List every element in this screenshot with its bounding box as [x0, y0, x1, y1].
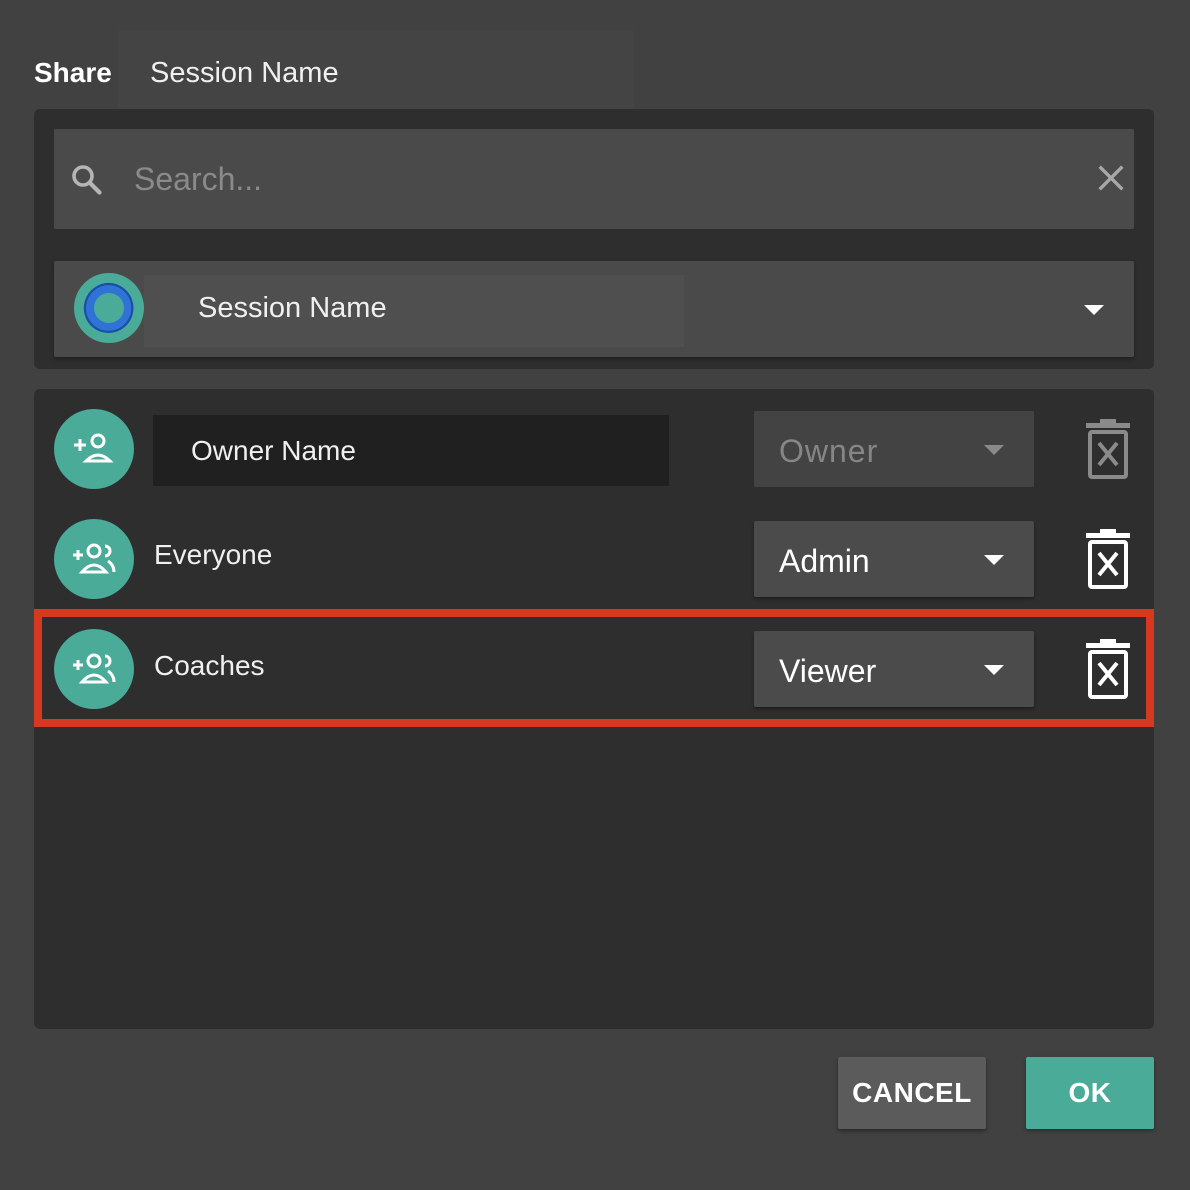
dialog-title: Share: [34, 57, 112, 88]
search-box: [54, 129, 1134, 229]
role-select-owner: Owner: [754, 411, 1034, 487]
chevron-down-icon: [1084, 305, 1104, 315]
owner-name-box: Owner Name: [153, 415, 669, 486]
delete-icon[interactable]: [1086, 529, 1130, 589]
avatar: [54, 629, 134, 709]
cancel-button[interactable]: CANCEL: [838, 1057, 986, 1129]
avatar: [54, 519, 134, 599]
role-label: Viewer: [779, 653, 877, 689]
member-row-everyone: Everyone Admin: [34, 499, 1154, 609]
member-name: Coaches: [154, 650, 265, 681]
share-target-panel: Session Name: [34, 109, 1154, 369]
ok-button[interactable]: OK: [1026, 1057, 1154, 1129]
session-select[interactable]: Session Name: [54, 261, 1134, 357]
add-group-icon: [73, 653, 116, 684]
role-select-coaches[interactable]: Viewer: [754, 631, 1034, 707]
chevron-down-icon: [984, 555, 1004, 565]
role-label: Owner: [779, 433, 879, 469]
header-session-name: Session Name: [150, 57, 339, 89]
role-label: Admin: [779, 543, 870, 579]
member-name: Everyone: [154, 539, 273, 570]
chevron-down-icon: [984, 445, 1004, 455]
session-logo-icon: [74, 273, 144, 343]
search-input[interactable]: [134, 153, 1074, 205]
member-name: Owner Name: [191, 435, 356, 466]
chevron-down-icon: [984, 665, 1004, 675]
delete-icon: [1086, 419, 1130, 479]
add-person-icon: [74, 433, 114, 463]
members-list: Owner Name Owner Everyone Admin Coaches …: [34, 389, 1154, 1029]
member-row-owner: Owner Name Owner: [34, 389, 1154, 499]
share-dialog: Share Session Name Search... Session Nam…: [0, 0, 1190, 1190]
dialog-header: Share Session Name: [0, 30, 1190, 110]
delete-icon[interactable]: [1086, 639, 1130, 699]
role-select-everyone[interactable]: Admin: [754, 521, 1034, 597]
session-select-label: Session Name: [198, 292, 387, 324]
add-group-icon: [73, 543, 116, 574]
close-icon[interactable]: [1094, 161, 1128, 195]
search-icon: [72, 165, 102, 195]
member-row-coaches: Coaches Viewer: [34, 609, 1154, 727]
avatar: [54, 409, 134, 489]
